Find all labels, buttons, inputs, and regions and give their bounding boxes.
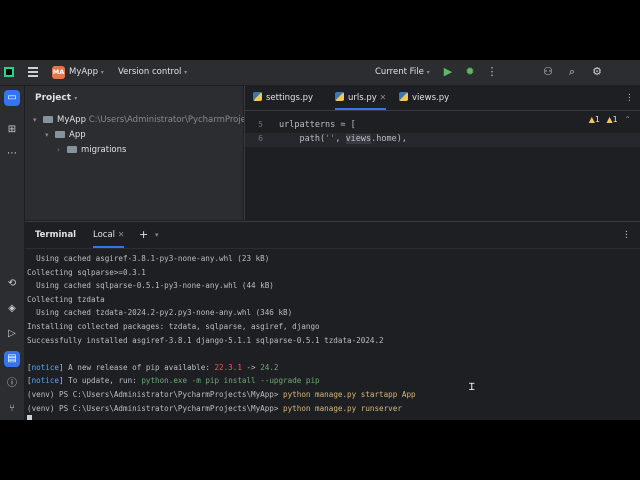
- terminal-header: Terminal Local ✕ + ▾ ⋮: [25, 222, 640, 249]
- run-config-selector[interactable]: Current File ▾: [375, 60, 430, 85]
- terminal-line-notice: [notice] To update, run: python.exe -m p…: [27, 376, 320, 386]
- tab-views[interactable]: views.py: [399, 86, 449, 110]
- tree-item-label: App: [69, 130, 86, 140]
- editor-tabs: settings.py urls.py ✕ views.py ⋮: [245, 86, 640, 111]
- version-control-label: Version control: [118, 67, 182, 77]
- caret-down-icon: ▾: [33, 116, 37, 124]
- add-user-icon[interactable]: ⚇: [541, 65, 555, 79]
- run-config-label: Current File: [375, 67, 424, 77]
- layers-icon[interactable]: ◈: [4, 301, 20, 317]
- chevron-up-icon[interactable]: ⌃: [624, 115, 631, 124]
- code-line[interactable]: urlpatterns = [: [279, 120, 356, 130]
- code-line[interactable]: path('', views.home),: [279, 134, 407, 144]
- terminal-title: Terminal: [35, 230, 77, 240]
- tab-local-label: Local: [93, 230, 116, 240]
- mouse-ibeam-icon: Ɪ: [469, 382, 475, 393]
- folder-icon: [43, 116, 53, 123]
- app-logo-icon: [4, 67, 14, 77]
- project-panel-title[interactable]: Project ▾: [35, 93, 77, 103]
- project-name[interactable]: MyApp ▾: [69, 60, 104, 85]
- terminal-panel: Terminal Local ✕ + ▾ ⋮ Using cached asgi…: [25, 221, 640, 420]
- python-file-icon: [335, 92, 344, 101]
- folder-icon: [55, 131, 65, 138]
- terminal-line-prompt: (venv) PS C:\Users\Administrator\Pycharm…: [27, 389, 416, 399]
- terminal-icon[interactable]: ▤: [4, 351, 20, 367]
- terminal-line: Using cached asgiref-3.8.1-py3-none-any.…: [27, 254, 270, 263]
- title-bar: MA MyApp ▾ Version control ▾ Current Fil…: [0, 60, 640, 86]
- project-panel: Project ▾ ▾ MyApp C:\Users\Administrator\…: [25, 86, 258, 220]
- chevron-down-icon: ▾: [426, 69, 430, 76]
- project-badge[interactable]: MA: [52, 66, 65, 79]
- terminal-line-notice: [notice] A new release of pip available:…: [27, 362, 279, 372]
- terminal-line: Using cached sqlparse-0.5.1-py3-none-any…: [27, 281, 274, 291]
- project-name-label: MyApp: [69, 67, 98, 77]
- tree-item-migrations[interactable]: › migrations: [57, 145, 126, 155]
- tree-item-app[interactable]: ▾ App: [45, 130, 86, 140]
- chevron-down-icon: ▾: [184, 69, 188, 76]
- terminal-input-line[interactable]: [27, 415, 637, 420]
- debug-icon[interactable]: ✹: [463, 65, 477, 79]
- terminal-line: Collecting tzdata: [27, 294, 105, 304]
- more-tabs-icon[interactable]: ⋮: [625, 86, 634, 110]
- terminal-line: Successfully installed asgiref-3.8.1 dja…: [27, 335, 384, 345]
- more-icon[interactable]: ⋮: [485, 65, 499, 79]
- terminal-output[interactable]: Using cached asgiref-3.8.1-py3-none-any.…: [27, 252, 637, 420]
- tab-settings[interactable]: settings.py: [253, 86, 313, 110]
- python-packages-icon[interactable]: ⟲: [4, 276, 20, 292]
- terminal-line: Installing collected packages: tzdata, s…: [27, 321, 320, 331]
- caret-down-icon: ▾: [45, 131, 49, 139]
- text-cursor: [27, 415, 32, 420]
- structure-tool-icon[interactable]: ⊞: [4, 122, 20, 138]
- hamburger-icon[interactable]: [28, 67, 38, 77]
- search-icon[interactable]: ⌕: [565, 65, 579, 79]
- folder-icon: [67, 146, 77, 153]
- close-icon[interactable]: ✕: [380, 93, 387, 102]
- python-file-icon: [253, 92, 262, 101]
- line-gutter: 5 6: [245, 110, 269, 220]
- inspection-widget[interactable]: ▲1 ▲1 ⌃: [589, 115, 631, 124]
- run-icon[interactable]: ▶: [441, 65, 455, 79]
- more-icon[interactable]: ⋮: [622, 222, 631, 248]
- caret-right-icon: ›: [57, 146, 60, 154]
- tab-local[interactable]: Local ✕: [93, 222, 125, 248]
- close-icon[interactable]: ✕: [118, 230, 125, 239]
- git-icon[interactable]: ⑂: [4, 401, 20, 417]
- run-tool-icon[interactable]: ▷: [4, 326, 20, 342]
- weak-warning-count: 1: [612, 115, 618, 124]
- more-tools-icon[interactable]: ⋯: [4, 146, 20, 162]
- terminal-line: Using cached tzdata-2024.2-py2.py3-none-…: [27, 308, 293, 318]
- tree-item-path: C:\Users\Administrator\PycharmProjects: [88, 115, 259, 125]
- settings-icon[interactable]: ⚙: [590, 65, 604, 79]
- tree-item-label: migrations: [81, 145, 127, 155]
- tab-urls[interactable]: urls.py ✕: [335, 86, 387, 110]
- terminal-dropdown-icon[interactable]: ▾: [155, 222, 159, 248]
- tree-item-label: MyApp: [57, 115, 86, 125]
- python-file-icon: [399, 92, 408, 101]
- editor-pane: settings.py urls.py ✕ views.py ⋮ 5 6 url…: [244, 86, 640, 220]
- terminal-line-prompt: (venv) PS C:\Users\Administrator\Pycharm…: [27, 403, 402, 413]
- line-number: 6: [258, 134, 263, 143]
- project-tool-icon[interactable]: ▭: [4, 90, 20, 106]
- version-control-menu[interactable]: Version control ▾: [118, 60, 187, 85]
- warning-count: 1: [594, 115, 600, 124]
- tool-window-strip: ▭ ⊞ ⋯ ⟲ ◈ ▷ ▤ ⓘ ⑂: [0, 86, 25, 420]
- line-number: 5: [258, 120, 263, 129]
- problems-icon[interactable]: ⓘ: [4, 376, 20, 392]
- new-terminal-button[interactable]: +: [139, 222, 148, 248]
- tree-item-root[interactable]: ▾ MyApp C:\Users\Administrator\PycharmPro…: [33, 115, 258, 125]
- chevron-down-icon: ▾: [100, 69, 104, 76]
- terminal-line: Collecting sqlparse>=0.3.1: [27, 267, 146, 277]
- ide-window: MA MyApp ▾ Version control ▾ Current Fil…: [0, 60, 640, 420]
- chevron-down-icon: ▾: [74, 95, 78, 102]
